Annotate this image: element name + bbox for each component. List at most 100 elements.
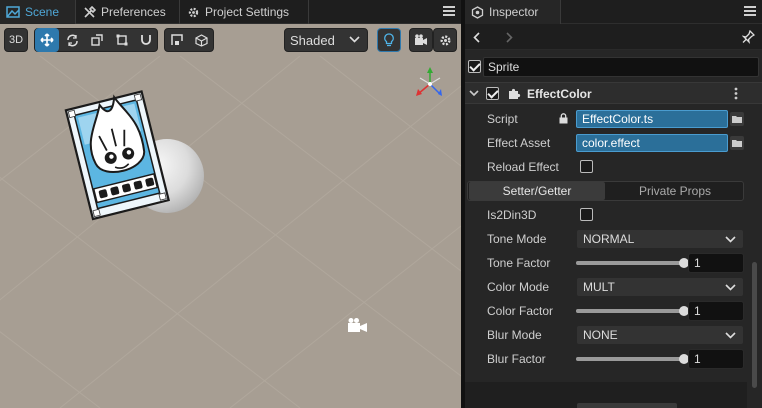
tab-project-settings[interactable]: Project Settings — [181, 0, 309, 24]
tab-setter-getter[interactable]: Setter/Getter — [469, 182, 605, 200]
pivot-tool-group — [164, 28, 214, 52]
component-enabled-checkbox[interactable] — [486, 87, 499, 100]
chevron-down-icon — [725, 284, 736, 291]
settings-gear-icon — [440, 35, 450, 45]
tools-icon — [84, 5, 96, 18]
gear-icon — [188, 7, 199, 17]
orientation-gizmo[interactable] — [416, 67, 442, 96]
inspector-nav-bar — [465, 24, 762, 50]
tab-private-props[interactable]: Private Props — [607, 182, 743, 200]
scene-camera-button[interactable] — [409, 28, 433, 52]
asset-folder-icon — [732, 116, 742, 123]
tab-scene-label: Scene — [25, 5, 60, 19]
rotate-tool-button[interactable] — [60, 28, 84, 52]
move-tool-button[interactable] — [35, 28, 59, 52]
pin-icon[interactable] — [742, 30, 755, 44]
blur-mode-label: Blur Mode — [487, 328, 542, 342]
tone-factor-input[interactable]: 1 — [688, 253, 744, 273]
color-factor-input[interactable]: 1 — [688, 301, 744, 321]
back-arrow-icon[interactable] — [473, 32, 480, 43]
component-header[interactable]: EffectColor — [465, 82, 762, 104]
inspector-menu-icon[interactable] — [744, 6, 756, 18]
tab-scene[interactable]: Scene — [0, 0, 76, 24]
component-title: EffectColor — [527, 87, 592, 101]
color-factor-slider-fill — [576, 309, 684, 313]
chevron-down-icon — [725, 236, 736, 243]
more-options-icon[interactable] — [734, 87, 738, 100]
shading-mode-value: Shaded — [290, 32, 335, 48]
effect-asset-locate-button[interactable] — [730, 136, 744, 150]
pivot-icon — [171, 34, 183, 45]
scene-panel: Scene Preferences Project Settings 3D Sh… — [0, 0, 461, 408]
inspector-icon — [471, 5, 484, 19]
color-factor-slider[interactable] — [576, 306, 689, 316]
rect-tool-button[interactable] — [110, 28, 134, 52]
blur-mode-select[interactable]: NONE — [576, 325, 744, 345]
toggle-3d-label: 3D — [8, 34, 24, 46]
scale-icon — [91, 34, 103, 46]
cube-icon — [194, 33, 208, 47]
add-component-button[interactable] — [577, 403, 677, 408]
inspector-body: Sprite EffectColor Script EffectColor.ts… — [465, 50, 762, 408]
collapse-chevron-icon[interactable] — [469, 90, 479, 97]
scene-viewport[interactable] — [0, 55, 461, 408]
forward-arrow-icon[interactable] — [506, 32, 513, 43]
blur-factor-label: Blur Factor — [487, 352, 546, 366]
tone-mode-value: NORMAL — [583, 232, 635, 246]
camera-gizmo-icon[interactable] — [348, 318, 367, 332]
lighting-toggle-button[interactable] — [377, 28, 401, 52]
script-asset-field[interactable]: EffectColor.ts — [576, 110, 728, 128]
chevron-down-icon — [349, 36, 360, 43]
tone-factor-label: Tone Factor — [487, 256, 551, 270]
script-label: Script — [487, 112, 518, 126]
effect-asset-field[interactable]: color.effect — [576, 134, 728, 152]
inspector-panel: Inspector Sprite EffectColor Script Effe… — [465, 0, 762, 408]
is2din3d-label: Is2Din3D — [487, 208, 537, 222]
property-view-tabs: Setter/Getter Private Props — [467, 181, 744, 201]
reload-effect-checkbox[interactable] — [580, 160, 593, 173]
script-locate-button[interactable] — [730, 112, 744, 126]
tab-inspector[interactable]: Inspector — [465, 0, 561, 24]
scene-tab-bar: Scene Preferences Project Settings — [0, 0, 461, 24]
move-arrows-icon — [40, 33, 54, 47]
tab-preferences-label: Preferences — [101, 5, 166, 19]
node-header: Sprite — [465, 56, 762, 78]
color-mode-value: MULT — [583, 280, 615, 294]
sprite-object[interactable] — [64, 90, 170, 221]
camera-icon — [415, 34, 427, 45]
inspector-scrollbar[interactable] — [752, 262, 757, 388]
reload-effect-label: Reload Effect — [487, 160, 559, 174]
scene-settings-button[interactable] — [433, 28, 457, 52]
blur-factor-slider[interactable] — [576, 354, 689, 364]
snap-tool-button[interactable] — [134, 28, 158, 52]
color-mode-select[interactable]: MULT — [576, 277, 744, 297]
node-enabled-checkbox[interactable] — [468, 60, 481, 73]
viewport-canvas[interactable] — [0, 55, 461, 408]
color-mode-label: Color Mode — [487, 280, 550, 294]
pivot-button[interactable] — [165, 28, 189, 52]
scene-icon — [6, 6, 20, 18]
is2din3d-checkbox[interactable] — [580, 208, 593, 221]
tab-preferences[interactable]: Preferences — [77, 0, 180, 24]
scale-tool-button[interactable] — [85, 28, 109, 52]
blur-factor-input[interactable]: 1 — [688, 349, 744, 369]
puzzle-piece-icon — [509, 88, 521, 99]
toggle-3d-button[interactable]: 3D — [4, 28, 28, 52]
asset-folder-icon — [732, 140, 742, 147]
inspector-tab-bar: Inspector — [465, 0, 762, 24]
local-global-button[interactable] — [189, 28, 213, 52]
node-name-field[interactable]: Sprite — [483, 57, 759, 77]
tone-factor-slider[interactable] — [576, 258, 689, 268]
transform-tool-group — [34, 28, 158, 52]
shading-mode-select[interactable]: Shaded — [284, 28, 368, 52]
blur-mode-value: NONE — [583, 328, 618, 342]
scene-panel-menu-icon[interactable] — [443, 6, 455, 18]
rect-icon — [116, 34, 128, 46]
chevron-down-icon — [725, 332, 736, 339]
magnet-icon — [141, 35, 151, 45]
light-bulb-icon — [384, 33, 394, 47]
tone-mode-select[interactable]: NORMAL — [576, 229, 744, 249]
color-factor-label: Color Factor — [487, 304, 554, 318]
tone-mode-label: Tone Mode — [487, 232, 547, 246]
rotate-icon — [66, 34, 78, 46]
